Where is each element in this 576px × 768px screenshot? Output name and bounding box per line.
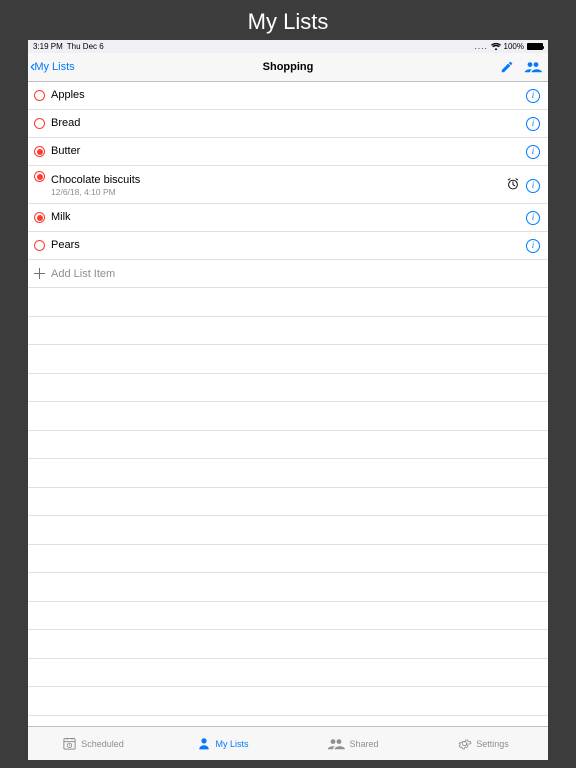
nav-bar: ‹ My Lists Shopping: [28, 53, 548, 82]
info-button[interactable]: i: [526, 89, 540, 103]
empty-row: [28, 516, 548, 545]
gear-icon: [457, 736, 472, 751]
device-frame: 3:19 PM Thu Dec 6 .... 100% ‹ My Lists S…: [28, 40, 548, 760]
calendar-icon: [62, 736, 77, 751]
info-button[interactable]: i: [526, 211, 540, 225]
item-label: Chocolate biscuits: [51, 174, 140, 186]
info-icon: i: [526, 145, 540, 159]
back-label: My Lists: [34, 61, 74, 73]
item-label: Apples: [51, 89, 526, 101]
pencil-icon: [500, 60, 514, 74]
outer-title: My Lists: [0, 0, 576, 42]
empty-row: [28, 317, 548, 346]
tab-label: My Lists: [215, 739, 248, 749]
back-button[interactable]: ‹ My Lists: [30, 59, 75, 75]
nav-title: Shopping: [263, 61, 314, 73]
tab-shared[interactable]: Shared: [288, 727, 418, 760]
info-button[interactable]: i: [526, 179, 540, 193]
empty-row: [28, 630, 548, 659]
tab-settings[interactable]: Settings: [418, 727, 548, 760]
empty-row: [28, 488, 548, 517]
empty-row: [28, 573, 548, 602]
radio-unchecked-icon[interactable]: [34, 90, 45, 101]
radio-checked-icon[interactable]: [34, 146, 45, 157]
empty-row: [28, 459, 548, 488]
radio-checked-icon[interactable]: [34, 212, 45, 223]
info-button[interactable]: i: [526, 145, 540, 159]
add-item-placeholder: Add List Item: [51, 268, 115, 280]
item-subtitle: 12/6/18, 4:10 PM: [51, 188, 116, 197]
empty-row: [28, 402, 548, 431]
item-label: Bread: [51, 117, 526, 129]
list-item[interactable]: Apples i: [28, 82, 548, 110]
battery-icon: [527, 43, 543, 50]
alarm-icon: [506, 177, 520, 196]
status-date: Thu Dec 6: [67, 42, 104, 51]
radio-unchecked-icon[interactable]: [34, 240, 45, 251]
item-label: Butter: [51, 145, 526, 157]
people-icon: [524, 60, 542, 74]
empty-row: [28, 431, 548, 460]
info-icon: i: [526, 211, 540, 225]
list-area: Apples i Bread i Butter i Chocolate bisc…: [28, 82, 548, 726]
empty-row: [28, 687, 548, 716]
add-item-row[interactable]: Add List Item: [28, 260, 548, 288]
empty-row: [28, 716, 548, 727]
people-icon: [327, 737, 345, 751]
list-item[interactable]: Chocolate biscuits 12/6/18, 4:10 PM i: [28, 166, 548, 204]
plus-icon: [34, 268, 45, 279]
list-item[interactable]: Bread i: [28, 110, 548, 138]
tab-label: Shared: [349, 739, 378, 749]
info-icon: i: [526, 179, 540, 193]
list-item[interactable]: Milk i: [28, 204, 548, 232]
battery-percent: 100%: [504, 42, 524, 51]
tab-label: Scheduled: [81, 739, 124, 749]
item-label: Pears: [51, 239, 526, 251]
info-button[interactable]: i: [526, 117, 540, 131]
radio-checked-icon[interactable]: [34, 171, 45, 182]
edit-button[interactable]: [500, 60, 514, 74]
tab-scheduled[interactable]: Scheduled: [28, 727, 158, 760]
empty-row: [28, 659, 548, 688]
item-label: Milk: [51, 211, 526, 223]
person-icon: [197, 736, 211, 751]
cellular-icon: ....: [475, 42, 488, 51]
radio-unchecked-icon[interactable]: [34, 118, 45, 129]
tab-bar: Scheduled My Lists Shared Settings: [28, 726, 548, 760]
empty-row: [28, 374, 548, 403]
info-icon: i: [526, 89, 540, 103]
status-time: 3:19 PM: [33, 42, 63, 51]
info-button[interactable]: i: [526, 239, 540, 253]
list-item[interactable]: Butter i: [28, 138, 548, 166]
empty-row: [28, 545, 548, 574]
empty-row: [28, 602, 548, 631]
info-icon: i: [526, 239, 540, 253]
share-button[interactable]: [524, 60, 542, 74]
empty-row: [28, 288, 548, 317]
list-item[interactable]: Pears i: [28, 232, 548, 260]
empty-row: [28, 345, 548, 374]
tab-label: Settings: [476, 739, 509, 749]
status-bar: 3:19 PM Thu Dec 6 .... 100%: [28, 40, 548, 53]
wifi-icon: [491, 43, 501, 51]
tab-mylists[interactable]: My Lists: [158, 727, 288, 760]
info-icon: i: [526, 117, 540, 131]
